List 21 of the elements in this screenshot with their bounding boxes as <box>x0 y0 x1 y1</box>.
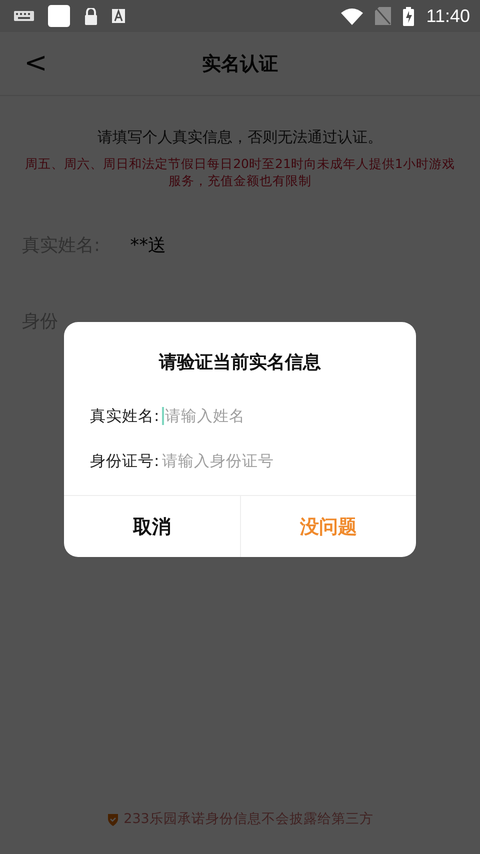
shield-icon <box>106 812 119 826</box>
field-label: 真实姓名: <box>90 406 160 426</box>
dialog-title: 请验证当前实名信息 <box>158 351 322 374</box>
wifi-icon <box>341 8 364 24</box>
page-title: 实名认证 <box>202 52 278 76</box>
status-time: 11:40 <box>426 6 470 26</box>
keyboard-icon <box>14 11 34 21</box>
warning-text: 周五、周六、周日和法定节假日每日20时至21时向未成年人提供1小时游戏服务，充值金额也有限制 <box>24 155 456 189</box>
confirm-button[interactable]: 没问题 <box>240 496 416 557</box>
form-value: **送 <box>130 234 166 257</box>
field-label: 身份证号: <box>90 450 160 472</box>
input-field[interactable]: 请输入姓名 <box>162 404 390 428</box>
no-sim-icon <box>375 7 392 25</box>
app-icon <box>48 5 70 27</box>
notice-text: 请填写个人真实信息，否则无法通过认证。 <box>96 128 384 147</box>
lock-icon <box>84 8 98 24</box>
cancel-button[interactable]: 取消 <box>64 496 240 557</box>
back-button[interactable]: < <box>18 46 54 79</box>
input-field[interactable]: 请输入身份证号 <box>162 449 390 473</box>
battery-charging-icon <box>403 6 414 26</box>
letter-icon <box>112 9 125 23</box>
